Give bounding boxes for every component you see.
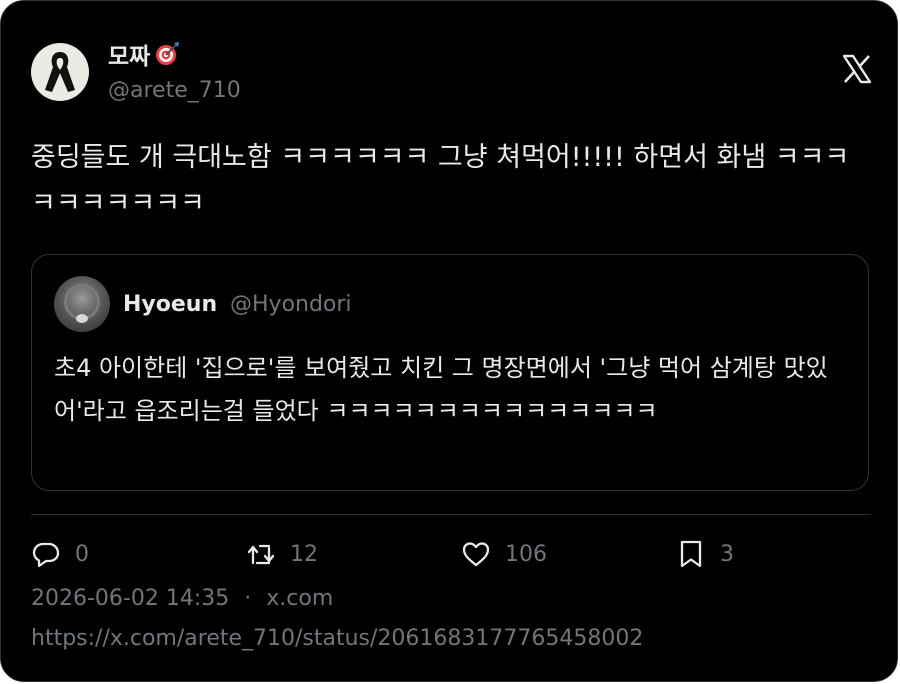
quoted-author-avatar[interactable] bbox=[54, 276, 110, 332]
repost-button[interactable]: 12 bbox=[246, 534, 318, 574]
repost-count: 12 bbox=[290, 541, 318, 567]
quoted-author-name[interactable]: Hyoeun bbox=[123, 292, 217, 317]
bookmark-icon bbox=[680, 540, 702, 568]
quoted-author-handle[interactable]: @Hyondori bbox=[230, 292, 352, 317]
tweet-meta: 2026-06-02 14:35 · x.com bbox=[31, 586, 333, 611]
heart-icon bbox=[462, 542, 490, 567]
x-logo-icon[interactable] bbox=[841, 53, 873, 85]
bookmark-count: 3 bbox=[720, 541, 734, 567]
repost-icon bbox=[247, 544, 275, 565]
divider bbox=[31, 514, 871, 515]
reply-count: 0 bbox=[75, 541, 89, 567]
tweet-text: 중딩들도 개 극대노함 ㅋㅋㅋㅋㅋㅋ 그냥 쳐먹어!!!!! 하면서 화냄 ㅋㅋ… bbox=[31, 142, 850, 219]
reply-button[interactable]: 0 bbox=[31, 534, 89, 574]
quoted-tweet[interactable]: Hyoeun @Hyondori 초4 아이한테 '집으로'를 보여줬고 치킨 … bbox=[31, 254, 869, 491]
reply-icon bbox=[32, 542, 60, 568]
author-handle[interactable]: @arete_710 bbox=[108, 78, 241, 103]
author-display-name: 모짜 bbox=[108, 44, 151, 70]
tweet-url[interactable]: https://x.com/arete_710/status/206168317… bbox=[31, 626, 643, 651]
like-count: 106 bbox=[505, 541, 547, 567]
bookmark-button[interactable]: 3 bbox=[676, 534, 734, 574]
like-button[interactable]: 106 bbox=[461, 534, 547, 574]
author-name[interactable]: 모짜 bbox=[108, 37, 180, 71]
direct-hit-target-icon bbox=[156, 42, 180, 65]
quoted-tweet-text: 초4 아이한테 '집으로'를 보여줬고 치킨 그 명장면에서 '그냥 먹어 삼계… bbox=[54, 354, 828, 425]
source-link[interactable]: x.com bbox=[266, 586, 333, 611]
timestamp[interactable]: 2026-06-02 14:35 bbox=[31, 586, 229, 611]
tweet-card: 모짜 @arete_710 중딩들도 개 극대노함 ㅋㅋㅋㅋㅋㅋ 그냥 쳐먹어!… bbox=[0, 0, 898, 682]
author-avatar[interactable] bbox=[31, 43, 89, 101]
avatar-decoration bbox=[76, 314, 88, 323]
meta-separator: · bbox=[244, 586, 252, 611]
black-ribbon-icon bbox=[45, 52, 75, 92]
